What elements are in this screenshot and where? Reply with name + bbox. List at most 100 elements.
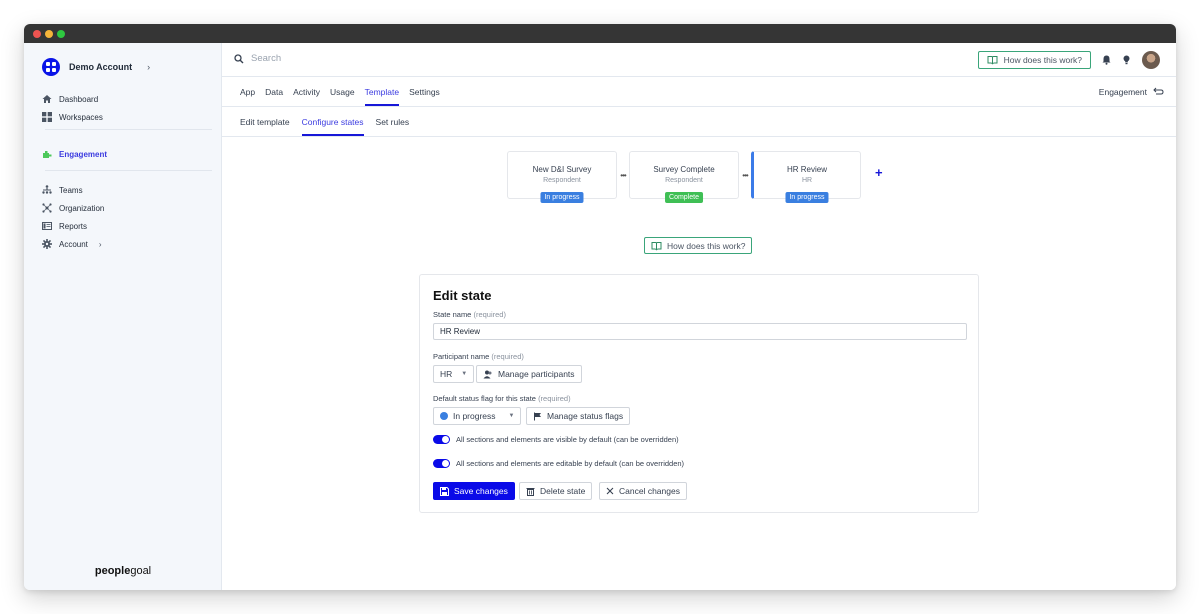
label-text: Participant name xyxy=(433,352,490,361)
sidebar-item-reports[interactable]: Reports xyxy=(42,217,212,235)
account-name: Demo Account xyxy=(69,62,133,72)
search-placeholder: Search xyxy=(251,53,282,64)
status-dot-icon xyxy=(440,412,448,420)
context-label: Engagement xyxy=(1098,86,1147,97)
flag-icon xyxy=(534,412,541,420)
state-role: HR xyxy=(801,177,813,184)
search-input[interactable]: Search xyxy=(234,53,281,64)
secondary-tabs: Edit template Configure states Set rules xyxy=(222,107,1176,137)
sidebar-item-account[interactable]: Account › xyxy=(42,235,212,253)
sidebar-item-teams[interactable]: Teams xyxy=(42,181,212,199)
button-label: Delete state xyxy=(540,486,586,496)
state-name-input[interactable]: HR Review xyxy=(433,323,967,340)
state-role: Respondent xyxy=(543,177,581,184)
sidebar-item-label: Engagement xyxy=(59,149,108,159)
sidebar-item-label: Organization xyxy=(59,203,105,213)
status-badge: In progress xyxy=(540,192,584,203)
title-bar xyxy=(24,24,1176,43)
status-badge: Complete xyxy=(665,192,703,203)
trash-icon xyxy=(526,487,535,496)
gear-icon xyxy=(42,239,52,249)
maximize-window-button[interactable] xyxy=(57,30,65,38)
manage-status-flags-button[interactable]: Manage status flags xyxy=(526,407,631,425)
add-state-button[interactable]: + xyxy=(875,165,883,180)
reports-icon xyxy=(42,221,52,231)
tab-template[interactable]: Template xyxy=(364,77,399,106)
tab-activity[interactable]: Activity xyxy=(293,77,320,106)
chevron-right-icon: › xyxy=(147,62,151,72)
sidebar-item-organization[interactable]: Organization xyxy=(42,199,212,217)
participant-select[interactable]: HR ▼ xyxy=(433,365,475,383)
label-text: State name xyxy=(433,310,472,319)
account-logo-icon xyxy=(42,58,60,76)
required-hint: (required) xyxy=(473,310,506,319)
edit-state-panel: Edit state State name (required) HR Revi… xyxy=(419,274,979,513)
tab-edit-template[interactable]: Edit template xyxy=(240,107,290,136)
top-bar: Search How does this work? xyxy=(222,43,1176,77)
back-to-engagement-link[interactable]: Engagement xyxy=(1099,77,1164,106)
status-flag-select[interactable]: In progress ▼ xyxy=(433,407,522,425)
brand-logo-bold: people xyxy=(94,565,131,577)
required-hint: (required) xyxy=(538,394,571,403)
editable-by-default-toggle[interactable] xyxy=(433,459,450,468)
state-card[interactable]: New D&I Survey Respondent In progress xyxy=(507,151,617,203)
label-text: Default status flag for this state xyxy=(433,394,536,403)
state-card[interactable]: Survey Complete Respondent Complete xyxy=(629,151,739,203)
save-icon xyxy=(440,486,449,496)
state-card-selected[interactable]: HR Review HR In progress xyxy=(751,151,861,203)
state-name: Survey Complete xyxy=(653,165,715,174)
account-switcher[interactable]: Demo Account › xyxy=(42,58,150,76)
main-content: New D&I Survey Respondent In progress ••… xyxy=(222,137,1176,590)
lightbulb-icon[interactable] xyxy=(1123,55,1130,65)
sidebar-item-label: Teams xyxy=(59,185,83,195)
sidebar-item-label: Reports xyxy=(59,221,88,231)
sidebar-item-workspaces[interactable]: Workspaces xyxy=(42,108,212,126)
toggle-label: All sections and elements are editable b… xyxy=(456,459,685,468)
cancel-changes-button[interactable]: Cancel changes xyxy=(599,482,687,500)
participants-icon xyxy=(483,370,492,378)
bell-icon[interactable] xyxy=(1102,55,1111,65)
sidebar-item-engagement[interactable]: Engagement xyxy=(42,145,212,163)
panel-title: Edit state xyxy=(433,288,492,303)
how-does-this-work-button[interactable]: How does this work? xyxy=(977,51,1091,69)
how-does-this-work-button[interactable]: How does this work? xyxy=(644,237,753,254)
button-label: Cancel changes xyxy=(619,486,680,496)
save-changes-button[interactable]: Save changes xyxy=(433,482,515,500)
status-flag-value: In progress xyxy=(453,411,496,421)
search-icon xyxy=(234,53,244,63)
top-icons xyxy=(1102,51,1160,69)
avatar[interactable] xyxy=(1142,51,1160,69)
sidebar-nav-top: Dashboard Workspaces xyxy=(42,90,212,126)
tab-app[interactable]: App xyxy=(240,77,255,106)
visible-by-default-row: All sections and elements are visible by… xyxy=(433,435,679,444)
state-role: Respondent xyxy=(665,177,703,184)
sidebar-item-dashboard[interactable]: Dashboard xyxy=(42,90,212,108)
required-hint: (required) xyxy=(491,352,524,361)
sidebar: Demo Account › Dashboard Workspaces Enga… xyxy=(24,43,222,590)
sidebar-item-label: Workspaces xyxy=(59,112,103,122)
editable-by-default-row: All sections and elements are editable b… xyxy=(433,459,684,468)
sidebar-item-label: Dashboard xyxy=(59,94,99,104)
tab-set-rules[interactable]: Set rules xyxy=(376,107,410,136)
close-window-button[interactable] xyxy=(33,30,41,38)
delete-state-button[interactable]: Delete state xyxy=(519,482,593,500)
sidebar-divider xyxy=(45,129,212,130)
tab-data[interactable]: Data xyxy=(265,77,283,106)
puzzle-icon xyxy=(42,149,52,159)
connector-icon: ••• xyxy=(742,170,748,180)
app-window: Demo Account › Dashboard Workspaces Enga… xyxy=(24,24,1176,590)
sidebar-divider xyxy=(45,170,212,171)
button-label: Manage participants xyxy=(498,369,575,379)
manage-participants-button[interactable]: Manage participants xyxy=(476,365,582,383)
tab-settings[interactable]: Settings xyxy=(409,77,440,106)
tab-usage[interactable]: Usage xyxy=(330,77,355,106)
state-name-label: State name (required) xyxy=(433,310,506,319)
connector-icon: ••• xyxy=(620,170,626,180)
grid-icon xyxy=(42,112,52,122)
caret-down-icon: ▼ xyxy=(461,371,468,377)
tab-configure-states[interactable]: Configure states xyxy=(301,107,364,136)
minimize-window-button[interactable] xyxy=(45,30,53,38)
participant-name-label: Participant name (required) xyxy=(433,352,524,361)
visible-by-default-toggle[interactable] xyxy=(433,435,450,444)
teams-icon xyxy=(42,185,52,195)
